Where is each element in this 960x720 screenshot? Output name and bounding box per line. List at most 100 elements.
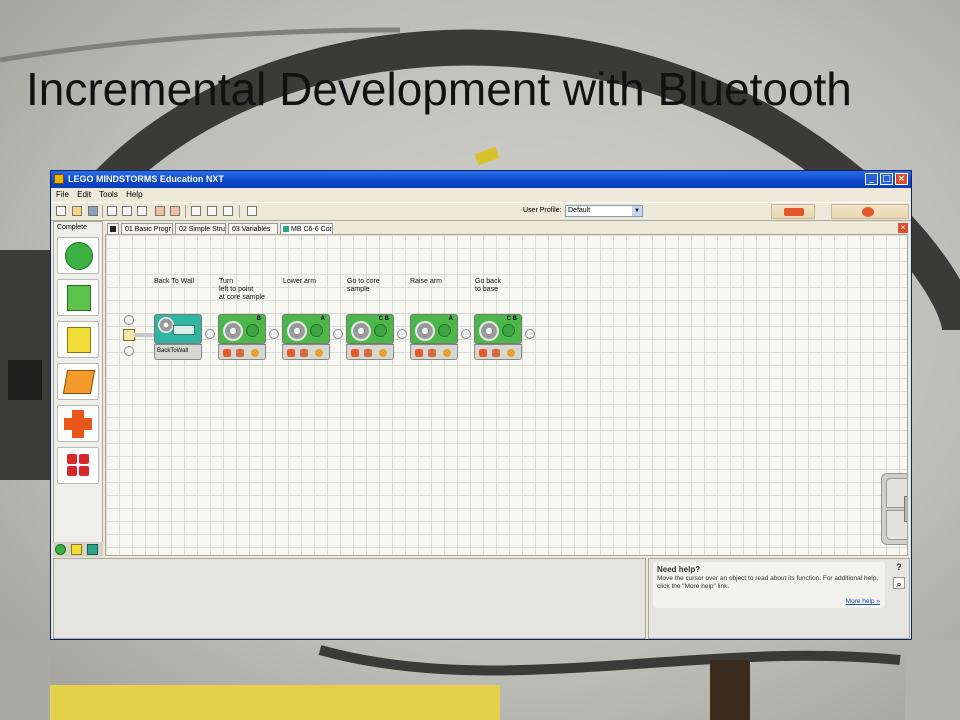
- open-folder-icon[interactable]: [72, 206, 82, 216]
- programming-canvas[interactable]: Back To Wall Turn left to point at core sa…: [105, 234, 908, 556]
- motor-disc-icon: [438, 324, 451, 337]
- nxt-brick-button[interactable]: [771, 204, 815, 219]
- custom-palette-icon[interactable]: [247, 206, 257, 216]
- minimize-button[interactable]: _: [865, 173, 878, 185]
- custom-palette-tab[interactable]: [87, 544, 98, 555]
- motor-disc-icon: [502, 324, 515, 337]
- download-and-run-button[interactable]: [904, 496, 907, 522]
- tab-03-variables[interactable]: 03 Variables: [228, 223, 278, 234]
- sequence-connector[interactable]: [269, 329, 279, 339]
- close-button[interactable]: ×: [895, 173, 908, 185]
- motor-block-lower-arm[interactable]: A: [282, 314, 330, 360]
- block-palette: Complete: [53, 221, 103, 556]
- user-profile-value: Default: [568, 207, 591, 214]
- sequence-connector[interactable]: [461, 329, 471, 339]
- maximize-button[interactable]: □: [880, 173, 893, 185]
- copy-icon[interactable]: [122, 206, 132, 216]
- sequence-connector[interactable]: [525, 329, 535, 339]
- tab-mb-c6-6[interactable]: MB C6-6 Cor: [280, 223, 333, 234]
- window-title: LEGO MINDSTORMS Education NXT: [68, 174, 224, 184]
- duration-icon: [315, 349, 323, 357]
- complete-palette-tab[interactable]: [71, 544, 82, 555]
- sequence-connector[interactable]: [397, 329, 407, 339]
- gear-icon: [351, 321, 371, 341]
- gear-icon: [287, 321, 307, 341]
- advanced-palette-item[interactable]: [57, 447, 99, 484]
- move-block-go-to-core[interactable]: C B: [346, 314, 394, 360]
- grid-icon-cell: [67, 466, 77, 476]
- direction-icon: [287, 349, 295, 357]
- undo-icon[interactable]: [155, 206, 165, 216]
- tab-01-basic[interactable]: 01 Basic Progr: [121, 223, 173, 234]
- help-text: Move the cursor over an object to read a…: [657, 575, 879, 590]
- grid-icon-cell: [79, 454, 89, 464]
- block-body: A: [282, 314, 330, 344]
- block-caption: Raise arm: [410, 278, 442, 285]
- power-icon: [492, 349, 500, 357]
- app-icon: [54, 174, 64, 184]
- duration-icon: [379, 349, 387, 357]
- paste-icon[interactable]: [137, 206, 147, 216]
- plus-shape-bar: [64, 418, 92, 430]
- save-icon[interactable]: [88, 206, 98, 216]
- port-label: C B: [378, 316, 389, 322]
- motor-block-raise-arm[interactable]: A: [410, 314, 458, 360]
- data-palette-item[interactable]: [57, 405, 99, 442]
- power-icon: [236, 349, 244, 357]
- cut-icon[interactable]: [107, 206, 117, 216]
- close-tab-icon[interactable]: ×: [898, 223, 908, 233]
- grid-icon-cell: [79, 466, 89, 476]
- redo-icon[interactable]: [170, 206, 180, 216]
- sequence-connector[interactable]: [333, 329, 343, 339]
- motor-disc-icon: [310, 324, 323, 337]
- gear-icon: [415, 321, 435, 341]
- program-icon: [283, 226, 289, 232]
- sensor-palette-item[interactable]: [57, 321, 99, 358]
- gear-icon: [479, 321, 499, 341]
- power-icon: [300, 349, 308, 357]
- robot-educator-button[interactable]: [831, 204, 909, 219]
- robot-icon: [862, 207, 874, 217]
- block-body: A: [410, 314, 458, 344]
- menu-file[interactable]: File: [56, 190, 69, 199]
- port-label: A: [448, 316, 453, 322]
- flow-palette-item[interactable]: [57, 363, 99, 400]
- gear-icon: [158, 317, 174, 333]
- magnifier-icon[interactable]: ⌕: [893, 577, 905, 589]
- nxt-brick-icon: [784, 208, 804, 216]
- help-panel: Need help? Move the cursor over an objec…: [648, 558, 910, 639]
- palette-tabs: [53, 542, 103, 557]
- action-palette-item[interactable]: [57, 279, 99, 316]
- configuration-panel: [53, 558, 646, 639]
- duration-icon: [443, 349, 451, 357]
- tab-02-simple[interactable]: 02 Simple Stru: [175, 223, 226, 234]
- sequence-connector[interactable]: [205, 329, 215, 339]
- tab-overview[interactable]: [107, 223, 119, 234]
- menu-bar: File Edit Tools Help: [51, 189, 911, 201]
- menu-edit[interactable]: Edit: [77, 190, 91, 199]
- pointer-tool-icon[interactable]: [191, 206, 201, 216]
- toolbar-separator: [102, 205, 103, 218]
- comment-tool-icon[interactable]: [223, 206, 233, 216]
- menu-help[interactable]: Help: [126, 190, 142, 199]
- move-block-go-back[interactable]: C B: [474, 314, 522, 360]
- start-connector[interactable]: [124, 315, 134, 325]
- common-palette-tab[interactable]: [55, 544, 66, 555]
- menu-tools[interactable]: Tools: [99, 190, 118, 199]
- power-icon: [428, 349, 436, 357]
- pan-tool-icon[interactable]: [207, 206, 217, 216]
- block-caption: Back To Wall: [154, 278, 195, 285]
- start-connector[interactable]: [124, 346, 134, 356]
- my-block-backtowall[interactable]: BackToWall: [154, 314, 202, 360]
- help-question-icon[interactable]: ?: [893, 561, 905, 573]
- common-palette-item[interactable]: [57, 237, 99, 274]
- toolbar: User Profile: Default ▼: [51, 202, 911, 221]
- more-help-link[interactable]: More help »: [846, 598, 880, 605]
- user-profile-select[interactable]: Default ▼: [565, 205, 643, 217]
- block-body: C B: [474, 314, 522, 344]
- port-label: A: [320, 316, 325, 322]
- block-footer: [282, 344, 330, 360]
- move-block-turn[interactable]: B: [218, 314, 266, 360]
- direction-icon: [351, 349, 359, 357]
- new-file-icon[interactable]: [56, 206, 66, 216]
